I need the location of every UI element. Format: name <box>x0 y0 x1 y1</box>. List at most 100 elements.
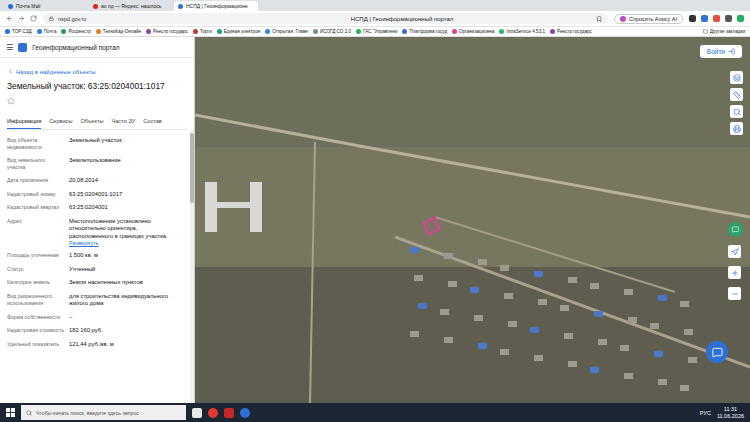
bookmark[interactable]: Организационна <box>452 29 494 34</box>
browser-tab[interactable]: Почта Mail <box>4 1 88 11</box>
extension-icon[interactable] <box>725 15 732 22</box>
bookmark-favicon-icon <box>356 29 361 34</box>
task-view-icon[interactable] <box>192 408 202 418</box>
field-row: Площадь уточненная1 500 кв. м <box>7 249 183 263</box>
bookmark[interactable]: Открытая. Главн <box>265 29 308 34</box>
page: ☰ Геоинформационный портал Назад в найденн… <box>0 37 750 403</box>
favicon-icon <box>178 4 183 9</box>
bookmark[interactable]: ТехноКад-Онлайн <box>96 29 141 34</box>
scrollbar-thumb[interactable] <box>190 133 194 203</box>
browser-tab[interactable]: НСПД | Геоинформационн <box>174 1 258 11</box>
bookmark-favicon-icon <box>217 29 222 34</box>
bookmark[interactable]: Единая электрон <box>217 29 260 34</box>
bookmark[interactable]: IntraService 4.53.1 <box>499 29 545 34</box>
field-label: Категория земель <box>7 279 65 287</box>
field-value: Землепользование <box>69 157 183 165</box>
field-label: Площадь уточненная <box>7 252 65 260</box>
portal-logo-icon <box>18 43 27 52</box>
bookmark-favicon-icon <box>402 29 407 34</box>
bookmark[interactable]: Торги <box>193 29 212 34</box>
windows-logo-icon[interactable] <box>6 408 15 417</box>
field-value: для строительства индивидуального жилого… <box>69 293 183 308</box>
field-label: Вид объекта недвижимости <box>7 137 65 151</box>
extension-icon[interactable] <box>701 15 708 22</box>
alice-button[interactable]: Спросить Алису AI <box>614 14 683 24</box>
bookmark[interactable]: Платформа госуд <box>402 29 447 34</box>
scrollbar[interactable] <box>190 130 194 403</box>
expand-link[interactable]: Развернуть <box>69 240 183 246</box>
favorite-star-icon[interactable] <box>7 97 187 105</box>
address-row: nspd.gov.ruНСПД | Геоинформационный порт… <box>0 11 750 27</box>
field-value: Земли населенных пунктов <box>69 279 183 287</box>
browser-tab-label: Почта Mail <box>16 3 40 9</box>
other-bookmarks[interactable]: Другие закладки <box>703 29 745 34</box>
clock[interactable]: 11:3111.06.2026 <box>717 406 744 420</box>
bookmark[interactable]: Реестр государс <box>550 29 592 34</box>
reload-icon[interactable] <box>30 15 37 22</box>
bookmark[interactable]: ГАС "Управлени <box>356 29 397 34</box>
panel-tab[interactable]: Части ЗУ <box>112 115 136 129</box>
field-label: Кадастровый квартал <box>7 204 65 212</box>
back-link[interactable]: Назад в найденные объекты <box>7 68 187 75</box>
bookmark-favicon-icon <box>5 29 10 34</box>
bookmark-icon[interactable] <box>596 16 602 22</box>
assistant-icon <box>732 226 739 233</box>
panel-tab[interactable]: Состав <box>143 115 162 129</box>
search-icon <box>26 410 32 416</box>
bookmark-favicon-icon <box>37 29 42 34</box>
bookmark-favicon-icon <box>499 29 504 34</box>
back-arrow-icon[interactable] <box>6 15 13 22</box>
bookmark[interactable]: TOP СЗД <box>5 29 32 34</box>
print-button[interactable] <box>730 122 743 135</box>
search-button[interactable] <box>730 105 743 118</box>
ruler-button[interactable] <box>730 88 743 101</box>
bookmark-favicon-icon <box>146 29 151 34</box>
locate-button[interactable] <box>728 245 741 258</box>
forward-arrow-icon[interactable] <box>18 15 25 22</box>
portal-title: Геоинформационный портал <box>32 44 119 51</box>
extension-icon[interactable] <box>737 15 744 22</box>
field-label: Кадастровый номер <box>7 191 65 199</box>
chat-icon <box>712 347 723 358</box>
taskbar-search[interactable]: Чтобы начать поиск, введите здесь запрос <box>21 405 186 420</box>
panel-tabs: Информация Сервисы Объекты Части ЗУ Состав <box>7 115 187 130</box>
chrome-icon[interactable] <box>240 408 250 418</box>
zoom-out-button[interactable] <box>728 287 741 300</box>
lock-icon <box>49 16 54 21</box>
fields-list: Вид объекта недвижимости Земельный участо… <box>0 130 190 403</box>
fields-area: Вид объекта недвижимости Земельный участо… <box>0 130 194 403</box>
bookmark[interactable]: Реестр государс <box>146 29 188 34</box>
panel-top: Назад в найденные объектыЗемельный участ… <box>0 58 194 130</box>
extension-icon[interactable] <box>689 15 696 22</box>
panel-tab[interactable]: Сервисы <box>49 115 72 129</box>
bookmark[interactable]: Росреестр <box>61 29 90 34</box>
bookmark-favicon-icon <box>313 29 318 34</box>
zoom-in-button[interactable] <box>728 266 741 279</box>
browser-tab[interactable]: ао пд — Яндекс: нашлось <box>89 1 173 11</box>
yandex-browser-icon[interactable] <box>208 408 218 418</box>
favicon-icon <box>93 4 98 9</box>
app-icon[interactable] <box>224 408 234 418</box>
bookmark[interactable]: ИСОГД СО 2.0 <box>313 29 351 34</box>
map[interactable]: Войти <box>195 37 750 403</box>
bookmark[interactable]: Почта <box>37 29 57 34</box>
bookmarks-bar: TOP СЗД Почта Росреестр ТехноКад-Онлайн Реес… <box>0 27 750 37</box>
field-row: СтатусУчтенный <box>7 263 183 277</box>
chat-button[interactable] <box>706 341 728 363</box>
browser-tab-label: ао пд — Яндекс: нашлось <box>101 3 161 9</box>
panel-tab[interactable]: Объекты <box>80 115 103 129</box>
menu-button[interactable]: ☰ <box>6 43 13 52</box>
layers-button[interactable] <box>730 71 743 84</box>
panel-tab[interactable]: Информация <box>7 115 41 129</box>
field-label: Дата присвоения <box>7 177 65 185</box>
field-row: Кадастровый квартал63:25:0204001 <box>7 201 183 215</box>
assistant-button[interactable] <box>728 222 743 237</box>
language-indicator[interactable]: РУС <box>700 410 711 416</box>
field-value: Земельный участок <box>69 137 183 145</box>
nav-buttons <box>6 15 37 22</box>
alice-icon <box>620 16 626 22</box>
extension-icon[interactable] <box>713 15 720 22</box>
login-button[interactable]: Войти <box>700 45 742 58</box>
address-bar[interactable]: nspd.gov.ruНСПД | Геоинформационный порт… <box>43 13 608 24</box>
bookmark-favicon-icon <box>61 29 66 34</box>
